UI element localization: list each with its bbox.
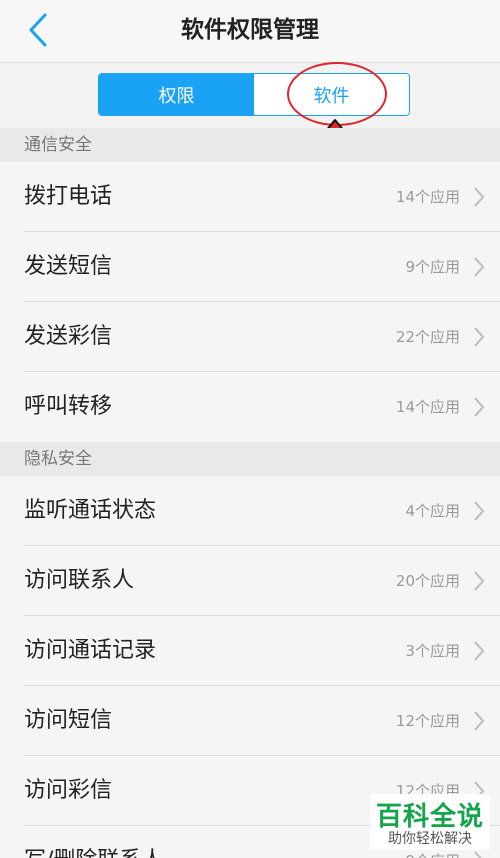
chevron-right-icon bbox=[474, 711, 485, 731]
list-item-label: 访问彩信 bbox=[24, 778, 113, 803]
chevron-right-icon bbox=[474, 257, 485, 277]
chevron-right-icon bbox=[474, 397, 485, 417]
tab-permissions[interactable]: 权限 bbox=[99, 74, 254, 115]
page: 软件权限管理 权限 软件 通信安全 拨打电话 14个应用 发送短信 9个应用 发… bbox=[0, 0, 500, 858]
chevron-right-icon bbox=[474, 641, 485, 661]
segmented-control: 权限 软件 bbox=[98, 73, 410, 116]
list-item-label: 发送彩信 bbox=[24, 324, 113, 349]
chevron-right-icon bbox=[474, 571, 485, 591]
list-item-count: 20个应用 bbox=[395, 572, 460, 590]
list-item[interactable]: 发送短信 9个应用 bbox=[0, 232, 500, 302]
list-item-count: 4个应用 bbox=[405, 502, 460, 520]
watermark-subtitle: 助你轻松解决 bbox=[388, 831, 472, 847]
list-item[interactable]: 访问通话记录 3个应用 bbox=[0, 616, 500, 686]
list-item-label: 发送短信 bbox=[24, 254, 113, 279]
list-item[interactable]: 监听通话状态 4个应用 bbox=[0, 476, 500, 546]
list-item-label: 写/删除联系人 bbox=[24, 826, 163, 858]
list-item[interactable]: 访问联系人 20个应用 bbox=[0, 546, 500, 616]
chevron-right-icon bbox=[474, 327, 485, 347]
section-header-privacy: 隐私安全 bbox=[0, 442, 500, 476]
title-bar: 软件权限管理 bbox=[0, 0, 500, 63]
list-item-label: 监听通话状态 bbox=[24, 498, 157, 523]
segment-bar: 权限 软件 bbox=[0, 63, 500, 128]
watermark-logo: 百科全说 助你轻松解决 bbox=[370, 794, 490, 850]
list-item-label: 访问通话记录 bbox=[24, 638, 157, 663]
list-item-count: 12个应用 bbox=[395, 712, 460, 730]
list-item-label: 访问联系人 bbox=[24, 568, 135, 593]
list-item[interactable]: 发送彩信 22个应用 bbox=[0, 302, 500, 372]
chevron-right-icon bbox=[474, 187, 485, 207]
list-item[interactable]: 访问短信 12个应用 bbox=[0, 686, 500, 756]
tab-apps[interactable]: 软件 bbox=[254, 74, 409, 115]
section-header-communication: 通信安全 bbox=[0, 128, 500, 162]
list-item-count: 9个应用 bbox=[405, 258, 460, 276]
list-item-count: 22个应用 bbox=[395, 328, 460, 346]
list-item-label: 访问短信 bbox=[24, 708, 113, 733]
list-item-count: 3个应用 bbox=[405, 642, 460, 660]
list-item-count: 14个应用 bbox=[395, 188, 460, 206]
list-item-count: 14个应用 bbox=[395, 398, 460, 416]
list-item-label: 拨打电话 bbox=[24, 184, 113, 209]
chevron-right-icon bbox=[474, 851, 482, 858]
list-item-label: 呼叫转移 bbox=[24, 394, 113, 419]
list-item[interactable]: 拨打电话 14个应用 bbox=[0, 162, 500, 232]
page-title: 软件权限管理 bbox=[181, 17, 319, 43]
chevron-right-icon bbox=[474, 501, 485, 521]
list-item[interactable]: 呼叫转移 14个应用 bbox=[0, 372, 500, 442]
